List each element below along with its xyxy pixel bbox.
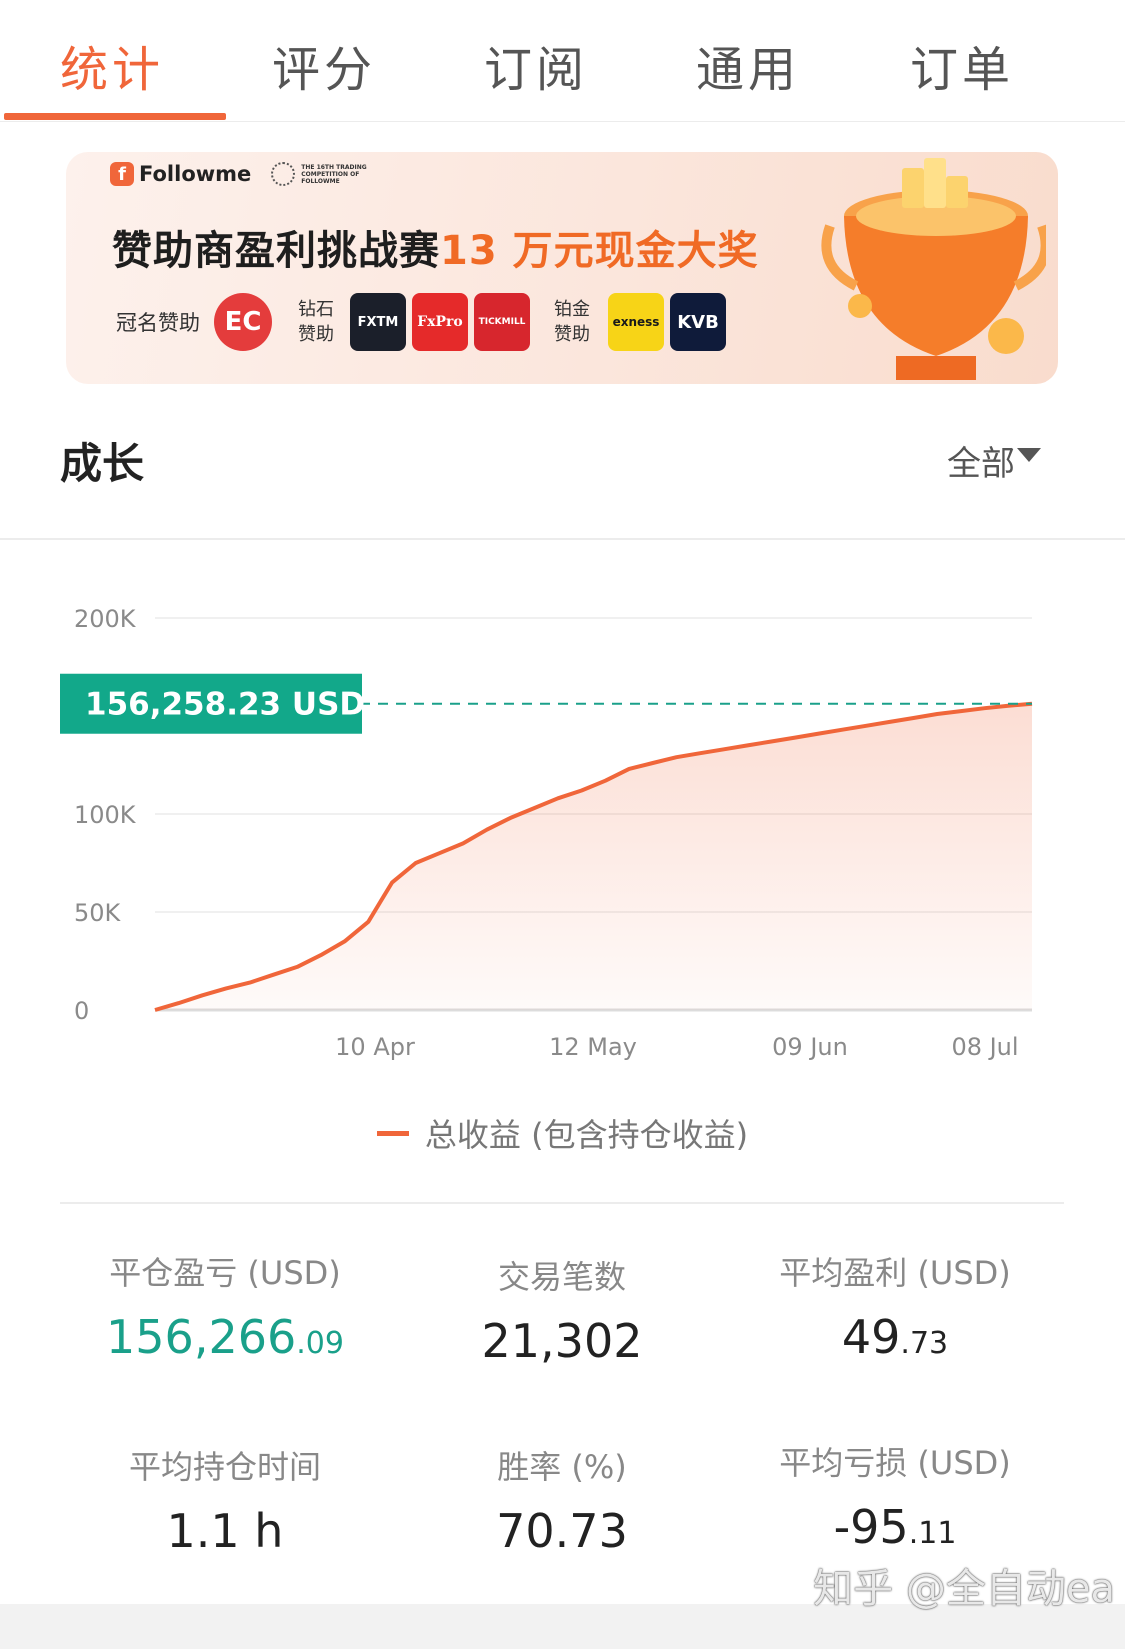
chart-legend: 总收益 (包含持仓收益) xyxy=(0,1110,1125,1156)
x-axis-tick-label: 08 Jul xyxy=(951,1033,1018,1061)
stat-avg-profit: 平均盈利 (USD) 49.73 xyxy=(728,1248,1062,1364)
banner-headline: 赞助商盈利挑战赛13 万元现金大奖 xyxy=(112,218,759,276)
legend-label: 总收益 (包含持仓收益) xyxy=(424,1116,749,1154)
growth-area xyxy=(155,703,1032,1010)
tab-bar: 统计 评分 订阅 通用 订单 xyxy=(0,0,1125,122)
stat-label: 胜率 (%) xyxy=(497,1448,627,1486)
stat-label: 平仓盈亏 (USD) xyxy=(109,1254,341,1292)
stat-value: 156,266.09 xyxy=(58,1310,392,1364)
caret-down-icon[interactable] xyxy=(1017,448,1041,462)
x-axis-tick-label: 09 Jun xyxy=(772,1033,848,1061)
exness-logo: exness xyxy=(608,293,664,351)
legend-swatch xyxy=(376,1130,409,1136)
y-axis-tick-label: 0 xyxy=(74,997,89,1025)
trophy-cup-illustration xyxy=(821,158,1046,380)
ec-sponsor-logo: EC xyxy=(214,293,272,351)
section-title-growth: 成长 xyxy=(60,439,145,488)
y-axis-tick-label: 200K xyxy=(74,605,137,633)
stat-value: 49.73 xyxy=(728,1310,1062,1364)
tab-orders[interactable]: 订单 xyxy=(850,30,1074,100)
x-axis-tick-label: 10 Apr xyxy=(335,1033,415,1061)
stat-value-int: 1.1 h xyxy=(166,1504,284,1558)
competition-emblem-icon xyxy=(271,162,296,186)
stat-value: 21,302 xyxy=(395,1314,729,1368)
stat-value-int: 156,266 xyxy=(106,1310,297,1364)
stat-value-decimal: .09 xyxy=(296,1326,344,1361)
stat-label: 平均盈利 (USD) xyxy=(779,1254,1011,1292)
stat-avg-hold-time: 平均持仓时间 1.1 h xyxy=(58,1442,392,1558)
followme-logo-icon: f xyxy=(110,162,134,186)
stat-label: 平均持仓时间 xyxy=(128,1448,321,1486)
stat-value: -95.11 xyxy=(728,1500,1062,1554)
fxpro-logo: FxPro xyxy=(412,293,468,351)
stat-avg-loss: 平均亏损 (USD) -95.11 xyxy=(728,1438,1062,1554)
tab-general[interactable]: 通用 xyxy=(636,30,860,100)
stat-label: 平均亏损 (USD) xyxy=(779,1444,1011,1482)
platinum-sponsor-label: 铂金赞助 xyxy=(554,299,590,345)
y-axis-tick-label: 100K xyxy=(74,801,137,829)
headline-main: 赞助商盈利挑战赛 xyxy=(112,228,440,274)
stat-value-int: 49 xyxy=(841,1310,901,1364)
sponsor-row: 冠名赞助 EC 钻石赞助 FXTM FxPro TICKMILL 铂金赞助 ex… xyxy=(116,291,726,353)
stat-value-int: -95 xyxy=(833,1500,909,1554)
stat-value: 70.73 xyxy=(395,1504,729,1558)
current-value-label: 156,258.23 USD xyxy=(85,687,365,723)
tickmill-logo: TICKMILL xyxy=(474,293,530,351)
tab-rating[interactable]: 评分 xyxy=(212,30,436,100)
watermark: 知乎 @全自动ea xyxy=(813,1566,1115,1612)
promo-banner[interactable]: f Followme THE 16TH TRADING COMPETITION … xyxy=(66,152,1058,384)
active-tab-indicator xyxy=(4,113,226,120)
stat-value-int: 21,302 xyxy=(481,1314,643,1368)
growth-chart: 200K 100K 50K 0 10 Apr 12 May 09 Jun 08 Jul 15… xyxy=(60,605,1033,1061)
stat-value: 1.1 h xyxy=(58,1504,392,1558)
stat-value-int: 70.73 xyxy=(496,1504,628,1558)
tab-statistics[interactable]: 统计 xyxy=(0,30,224,100)
stat-value-decimal: .11 xyxy=(908,1516,957,1551)
stat-trade-count: 交易笔数 21,302 xyxy=(395,1252,729,1368)
range-filter-dropdown[interactable]: 全部 xyxy=(947,436,1015,485)
stat-value-decimal: .73 xyxy=(900,1326,949,1361)
stat-label: 交易笔数 xyxy=(497,1258,626,1296)
diamond-sponsor-label: 钻石赞助 xyxy=(298,299,334,345)
competition-text: THE 16TH TRADING COMPETITION OF FOLLOWME xyxy=(301,163,367,185)
stats-divider xyxy=(60,1202,1064,1204)
stat-win-rate: 胜率 (%) 70.73 xyxy=(395,1442,729,1558)
headline-highlight: 13 万元现金大奖 xyxy=(440,228,759,274)
tab-subscription[interactable]: 订阅 xyxy=(424,30,648,100)
title-sponsor-label: 冠名赞助 xyxy=(116,311,200,335)
x-axis-tick-label: 12 May xyxy=(549,1033,637,1061)
brand-name: Followme xyxy=(139,162,252,186)
y-axis-tick-label: 50K xyxy=(74,899,122,927)
stat-closed-pnl: 平仓盈亏 (USD) 156,266.09 xyxy=(58,1248,392,1364)
banner-brand: f Followme THE 16TH TRADING COMPETITION … xyxy=(110,162,371,186)
kvb-logo: KVB xyxy=(670,293,726,351)
fxtm-logo: FXTM xyxy=(350,293,406,351)
